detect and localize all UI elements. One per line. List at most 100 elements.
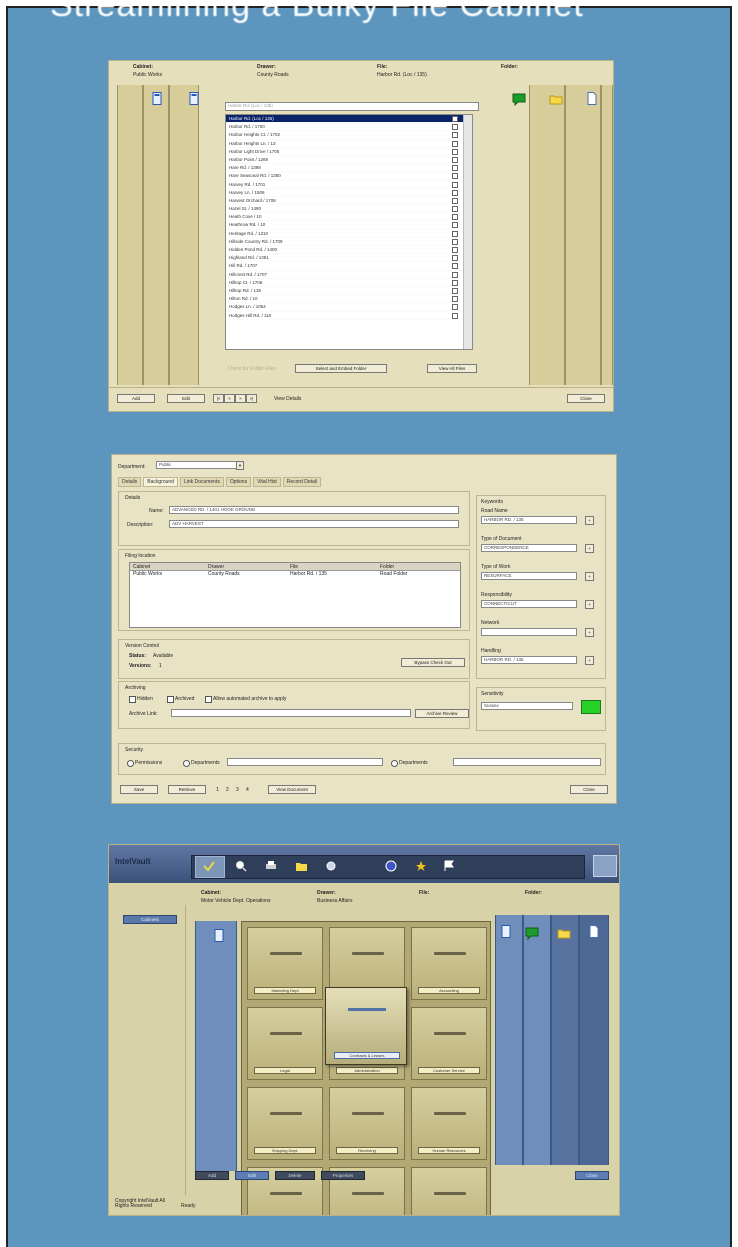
archive-link-input[interactable] — [171, 709, 411, 717]
file-list-item[interactable]: Harbor Heights Ln. / 13 — [226, 140, 472, 148]
cabinet-drawer[interactable]: Human Resources — [411, 1087, 487, 1160]
file-list-item[interactable]: Heath Cove / 10 — [226, 213, 472, 222]
file-list-item-checkbox[interactable] — [452, 279, 458, 286]
view-document-button[interactable]: View Document — [268, 785, 316, 794]
star-icon[interactable] — [415, 860, 427, 872]
file-list-item[interactable]: Harbor Rd. / 1700 — [226, 123, 472, 132]
folder-icon[interactable] — [295, 860, 308, 872]
cabinet-icon[interactable] — [152, 92, 162, 105]
name-input[interactable]: ADVANCED RD. / 1401 HOOK GROUND — [169, 506, 459, 514]
filing-table[interactable]: Cabinet Drawer File Folder Public Works … — [129, 562, 461, 628]
file-list-item[interactable]: Highland Rd. / 1361 — [226, 254, 472, 263]
archived-checkbox[interactable] — [167, 696, 174, 703]
nav-first-button[interactable]: |< — [213, 394, 224, 403]
file-list-item[interactable]: Hodges Ln. / 1054 — [226, 303, 472, 312]
folder-column[interactable] — [523, 915, 551, 1165]
folder-icon[interactable] — [549, 93, 563, 106]
file-list-item-checkbox[interactable] — [452, 287, 458, 294]
file-list-scrollbar[interactable] — [463, 115, 472, 349]
file-list-item-checkbox[interactable] — [452, 132, 458, 139]
departments-radio-2[interactable] — [391, 760, 398, 767]
close-button[interactable]: Close — [570, 785, 608, 794]
properties-button[interactable]: Properties — [321, 1171, 365, 1180]
file-list-item[interactable]: Harbor Rd. (Loc / 135) — [226, 115, 472, 124]
file-list-item[interactable]: Hazel St. / 1480 — [226, 205, 472, 214]
select-embed-folder-button[interactable]: Select and Embed Folder — [295, 364, 387, 373]
file-list-item[interactable]: Harbor Point / 1269 — [226, 156, 472, 165]
keyword-select[interactable] — [481, 628, 577, 636]
archive-review-button[interactable]: Archive Review — [415, 709, 469, 718]
edit-button[interactable]: Edit — [167, 394, 205, 403]
zoom-icon[interactable] — [325, 860, 337, 872]
file-list-item-checkbox[interactable] — [452, 165, 458, 172]
cabinet-drawer[interactable]: Customer Service — [411, 1007, 487, 1080]
retrieve-button[interactable]: Retrieve — [168, 785, 206, 794]
search-icon[interactable] — [235, 860, 247, 872]
extra-column-1[interactable] — [551, 915, 579, 1165]
file-list-item[interactable]: Hilltop Rd. / 135 — [226, 287, 472, 296]
cabinet-icon[interactable] — [214, 929, 224, 942]
file-list-item[interactable]: Harvest Orchard / 1708 — [226, 197, 472, 206]
cabinet-drawer[interactable]: Marketing Dept — [247, 927, 323, 1000]
close-button[interactable]: Close — [575, 1171, 609, 1180]
cabinet-drawer[interactable]: Shipping Dept. — [247, 1087, 323, 1160]
file-list-item-checkbox[interactable] — [452, 124, 458, 131]
department-dropdown-button[interactable]: ▾ — [236, 461, 244, 470]
check-icon[interactable] — [203, 860, 215, 872]
allow-archive-checkbox[interactable] — [205, 696, 212, 703]
nav-last-button[interactable]: >| — [246, 394, 257, 403]
keyword-select[interactable]: CONNECTICUT — [481, 600, 577, 608]
file-list-item-checkbox[interactable] — [452, 271, 458, 278]
cabinet-column[interactable] — [195, 921, 237, 1171]
file-list-item[interactable]: Hilton Rd. / 10 — [226, 295, 472, 304]
file-list-item[interactable]: Hare Seasonal Rd. / 1360 — [226, 172, 472, 181]
file-list-item-checkbox[interactable] — [452, 255, 458, 262]
departments-select-2[interactable] — [453, 758, 601, 766]
file-list-item[interactable]: Heritage Rd. / 1310 — [226, 230, 472, 238]
edit-button[interactable]: Edit — [235, 1171, 269, 1180]
keyword-add-button[interactable]: + — [585, 572, 594, 581]
cabinet-drawer[interactable]: Legal — [247, 1007, 323, 1080]
cabinet-column[interactable] — [117, 85, 143, 385]
departments-select-1[interactable] — [227, 758, 383, 766]
file-list[interactable]: Harbor Rd. (Loc / 135) Harbor Rd. / 1700 H… — [225, 114, 473, 350]
file-list-item-checkbox[interactable] — [452, 222, 458, 229]
department-select[interactable]: Public — [156, 461, 244, 469]
folder-icon[interactable] — [557, 927, 571, 940]
tab-2[interactable]: Link Documents — [179, 477, 224, 487]
file-list-item-checkbox[interactable] — [452, 247, 458, 253]
keyword-add-button[interactable]: + — [585, 516, 594, 525]
tab-5[interactable]: Record Detail — [282, 477, 322, 487]
file-icon[interactable] — [501, 925, 511, 938]
bypass-check-out-button[interactable]: Bypass Check Out — [401, 658, 465, 667]
folder-column[interactable] — [529, 85, 565, 385]
page-nav-2[interactable]: 2 — [226, 787, 229, 793]
add-button[interactable]: Add — [195, 1171, 229, 1180]
file-list-item[interactable]: Hilltop Ct. / 1706 — [226, 279, 472, 287]
file-list-item-checkbox[interactable] — [452, 148, 458, 155]
tab-0[interactable]: Details — [118, 477, 142, 487]
file-list-item-checkbox[interactable] — [452, 304, 458, 311]
file-list-item[interactable]: Harvey Ln. / 1506 — [226, 189, 472, 197]
file-list-item-checkbox[interactable] — [452, 116, 458, 122]
keyword-select[interactable]: RESURFACE — [481, 572, 577, 580]
permissions-radio[interactable] — [127, 760, 134, 767]
file-list-item-checkbox[interactable] — [452, 197, 458, 204]
save-button[interactable]: Save — [120, 785, 158, 794]
cabinets-button[interactable]: Cabinets — [123, 915, 177, 924]
file-list-item-checkbox[interactable] — [452, 206, 458, 213]
file-list-item-checkbox[interactable] — [452, 181, 458, 188]
file-list-item-checkbox[interactable] — [452, 214, 458, 221]
departments-radio-1[interactable] — [183, 760, 190, 767]
file-list-item-checkbox[interactable] — [452, 296, 458, 303]
file-list-item-checkbox[interactable] — [452, 238, 458, 245]
view-all-files-button[interactable]: View All Files — [427, 364, 477, 373]
description-input[interactable]: ADV HARVEST — [169, 520, 459, 528]
print-icon[interactable] — [265, 860, 277, 872]
page-nav-3[interactable]: 3 — [236, 787, 239, 793]
file-list-item-checkbox[interactable] — [452, 140, 458, 147]
tab-3[interactable]: Options — [225, 477, 252, 487]
file-filter-input[interactable]: Harbor Rd. (Loc / 135) — [225, 102, 479, 111]
file-list-item-checkbox[interactable] — [452, 189, 458, 196]
view-details-label[interactable]: View Details — [274, 396, 301, 402]
